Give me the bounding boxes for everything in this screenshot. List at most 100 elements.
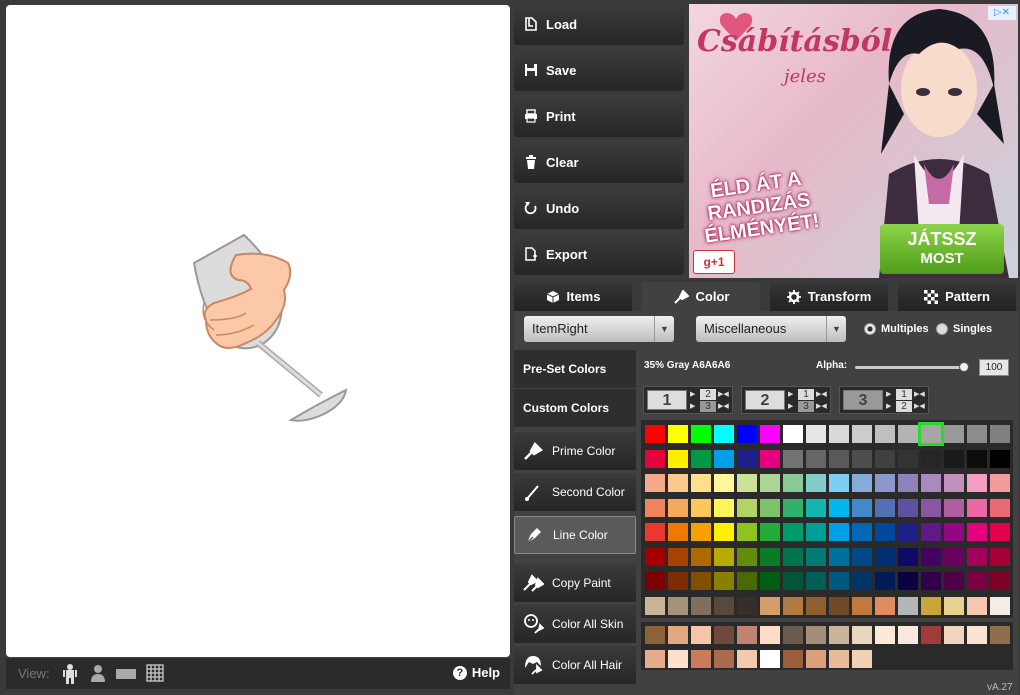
color-swatch[interactable] <box>806 572 826 590</box>
color-swatch[interactable] <box>852 572 872 590</box>
color-swatch[interactable] <box>898 547 918 566</box>
color-swatch[interactable] <box>875 449 895 468</box>
color-swatch[interactable] <box>806 596 826 615</box>
color-swatch[interactable] <box>829 498 849 517</box>
color-swatch[interactable] <box>668 596 688 615</box>
color-swatch[interactable] <box>737 650 757 668</box>
color-swatch[interactable] <box>737 626 757 644</box>
color-swatch[interactable] <box>921 449 941 468</box>
color-swatch[interactable] <box>852 449 872 468</box>
color-swatch[interactable] <box>645 523 665 541</box>
color-swatch[interactable] <box>829 523 849 541</box>
color-swatch[interactable] <box>829 547 849 566</box>
color-swatch[interactable] <box>714 498 734 517</box>
color-swatch[interactable] <box>898 498 918 517</box>
color-swatch[interactable] <box>737 523 757 541</box>
swap-slot-button[interactable]: 3 <box>700 401 716 412</box>
color-swatch[interactable] <box>852 523 872 541</box>
color-swatch[interactable] <box>898 626 918 644</box>
wine-glass-hand-drawing[interactable] <box>176 225 351 435</box>
color-swatch[interactable] <box>714 596 734 615</box>
line-color-button[interactable]: Line Color <box>514 516 636 554</box>
color-swatch[interactable] <box>806 425 826 443</box>
color-swatch[interactable] <box>806 498 826 517</box>
color-swatch[interactable] <box>921 474 941 492</box>
undo-button[interactable]: Undo <box>514 187 684 229</box>
portrait-view-icon[interactable] <box>90 664 106 682</box>
color-swatch[interactable] <box>737 425 757 443</box>
color-swatch[interactable] <box>944 474 964 492</box>
color-swatch[interactable] <box>737 449 757 468</box>
color-swatch[interactable] <box>967 425 987 443</box>
color-swatch[interactable] <box>990 596 1010 615</box>
color-swatch[interactable] <box>783 596 803 615</box>
swap-slot-button[interactable]: 3 <box>798 401 814 412</box>
color-swatch[interactable] <box>875 425 895 443</box>
color-swatch[interactable] <box>967 547 987 566</box>
color-swatch[interactable] <box>783 449 803 468</box>
swap-slot-button[interactable]: 2 <box>700 389 716 400</box>
second-color-button[interactable]: Second Color <box>514 473 636 511</box>
color-swatch[interactable] <box>944 498 964 517</box>
color-swatch[interactable] <box>737 474 757 492</box>
color-swatch[interactable] <box>967 498 987 517</box>
color-swatch[interactable] <box>760 449 780 468</box>
preset-colors-button[interactable]: Pre-Set Colors <box>514 350 636 388</box>
color-swatch[interactable] <box>668 449 688 468</box>
color-swatch[interactable] <box>967 596 987 615</box>
color-swatch[interactable] <box>875 498 895 517</box>
color-swatch[interactable] <box>691 596 711 615</box>
print-button[interactable]: Print <box>514 95 684 137</box>
help-button[interactable]: ? Help <box>452 665 500 680</box>
custom-colors-button[interactable]: Custom Colors <box>514 389 636 427</box>
color-swatch[interactable] <box>898 572 918 590</box>
color-swatch[interactable] <box>875 547 895 566</box>
color-swatch[interactable] <box>691 498 711 517</box>
alpha-slider-track[interactable] <box>855 366 967 369</box>
tab-pattern[interactable]: Pattern <box>898 282 1016 311</box>
alpha-slider-handle[interactable] <box>959 362 969 372</box>
color-swatch[interactable] <box>806 650 826 668</box>
color-swatch[interactable] <box>760 498 780 517</box>
color-swatch[interactable] <box>691 547 711 566</box>
color-swatch[interactable] <box>875 474 895 492</box>
color-swatch[interactable] <box>852 425 872 443</box>
color-swatch[interactable] <box>852 650 872 668</box>
color-swatch[interactable] <box>875 523 895 541</box>
swap-slot-button[interactable]: 2 <box>896 401 912 412</box>
color-swatch[interactable] <box>898 425 918 443</box>
color-swatch[interactable] <box>668 572 688 590</box>
color-swatch[interactable] <box>944 572 964 590</box>
swap-slot-button[interactable]: 1 <box>798 389 814 400</box>
color-swatch[interactable] <box>645 474 665 492</box>
color-swatch[interactable] <box>645 572 665 590</box>
color-swatch[interactable] <box>783 547 803 566</box>
color-swatch[interactable] <box>990 425 1010 443</box>
color-swatch[interactable] <box>990 572 1010 590</box>
color-swatch[interactable] <box>967 572 987 590</box>
color-swatch[interactable] <box>668 474 688 492</box>
color-swatch[interactable] <box>783 626 803 644</box>
swap-slot-button[interactable]: 1 <box>896 389 912 400</box>
color-swatch[interactable] <box>760 626 780 644</box>
color-swatch[interactable] <box>852 498 872 517</box>
color-swatch[interactable] <box>967 449 987 468</box>
color-swatch[interactable] <box>852 596 872 615</box>
export-button[interactable]: Export <box>514 233 684 275</box>
tab-color[interactable]: Color <box>642 282 760 311</box>
color-swatch[interactable] <box>967 626 987 644</box>
color-swatch[interactable] <box>921 523 941 541</box>
color-swatch[interactable] <box>645 498 665 517</box>
color-swatch[interactable] <box>691 523 711 541</box>
color-swatch[interactable] <box>737 572 757 590</box>
color-all-hair-button[interactable]: Color All Hair <box>514 646 636 684</box>
color-swatch[interactable] <box>691 449 711 468</box>
color-swatch[interactable] <box>829 449 849 468</box>
ad-play-button[interactable]: JÁTSSZ MOST <box>880 224 1004 274</box>
color-swatch[interactable] <box>668 498 688 517</box>
color-swatch[interactable] <box>783 425 803 443</box>
singles-radio[interactable]: Singles <box>936 323 992 335</box>
color-swatch[interactable] <box>668 547 688 566</box>
color-swatch[interactable] <box>829 474 849 492</box>
color-all-skin-button[interactable]: Color All Skin <box>514 605 636 643</box>
